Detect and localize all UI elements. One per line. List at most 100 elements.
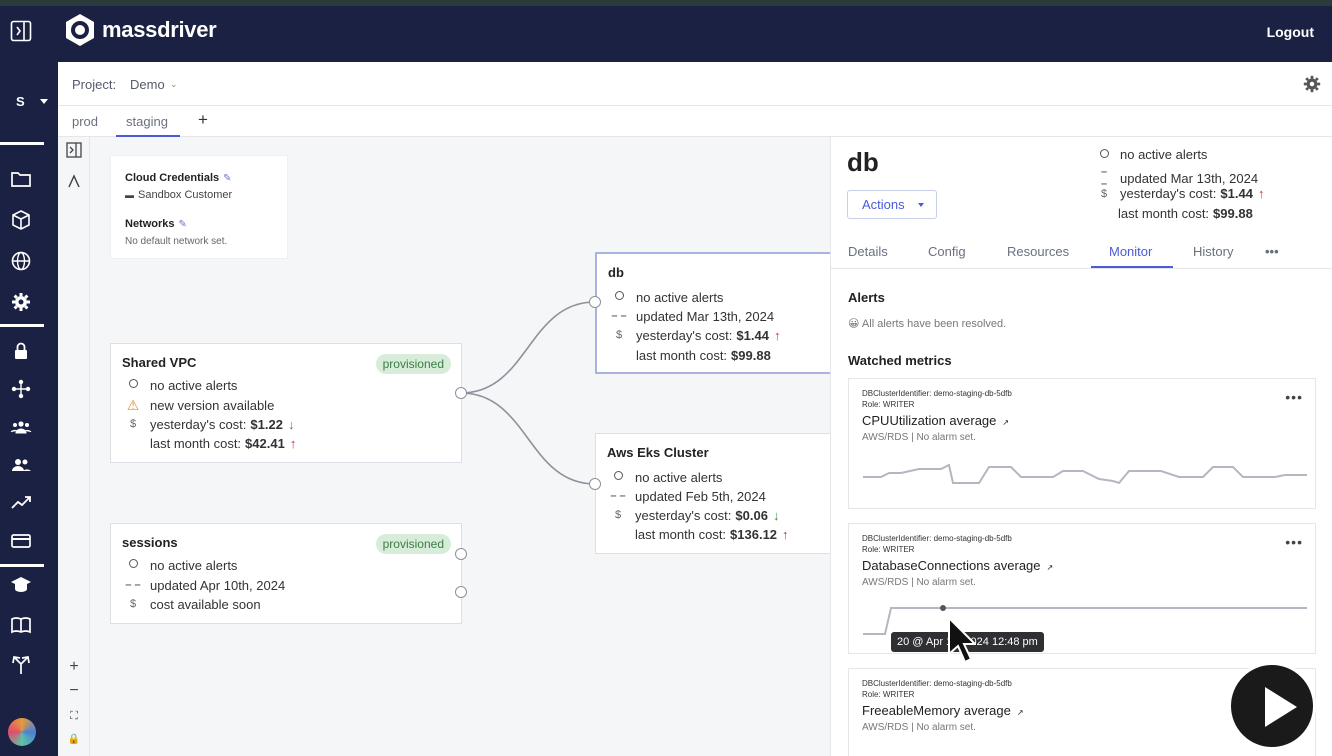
folder-icon[interactable]: [10, 168, 34, 192]
alert-status-icon: [1097, 148, 1111, 161]
arrow-down-icon: ↓: [772, 507, 780, 523]
metric-role: Role: WRITER: [862, 400, 915, 409]
status-badge: provisioned: [375, 354, 451, 374]
logout-button[interactable]: Logout: [1267, 24, 1314, 40]
more-tabs-button[interactable]: •••: [1265, 244, 1279, 259]
networks-heading: Networks ✎: [125, 218, 187, 230]
package-card-sessions[interactable]: sessions provisioned no active alerts – …: [110, 523, 462, 624]
tab-details[interactable]: Details: [848, 244, 888, 259]
package-title: Aws Eks Cluster: [607, 445, 709, 460]
chevron-down-icon[interactable]: ⌄: [170, 79, 178, 90]
actions-dropdown-button[interactable]: Actions: [847, 190, 937, 219]
credential-value[interactable]: ▬ Sandbox Customer: [125, 189, 232, 201]
edit-pencil-icon[interactable]: ✎: [223, 173, 231, 184]
external-link-icon[interactable]: ↗: [1047, 563, 1054, 572]
yesterday-cost-row: $ yesterday's cost: $1.44 ↑: [611, 326, 781, 344]
last-month-cost-row: last month cost: $99.88: [636, 347, 771, 363]
dash-icon: – –: [125, 579, 141, 591]
left-nav-rail: S: [0, 62, 58, 756]
project-header: Project: Demo ⌄: [58, 62, 1332, 106]
org-switcher[interactable]: S: [0, 84, 58, 120]
package-details-panel: db no active alerts – – updated Mar 13th,…: [830, 137, 1332, 756]
dash-icon: – –: [611, 310, 627, 322]
users-icon[interactable]: [10, 454, 34, 478]
alerts-row: no active alerts: [125, 556, 237, 574]
network-icon[interactable]: [10, 378, 34, 402]
sidebar-toggle-icon[interactable]: [10, 20, 32, 42]
tab-config[interactable]: Config: [928, 244, 966, 259]
lock-icon[interactable]: [10, 340, 34, 364]
output-port[interactable]: [455, 387, 467, 399]
project-selector[interactable]: Demo: [130, 77, 165, 92]
external-link-icon[interactable]: ↗: [1002, 418, 1009, 427]
brand-logo[interactable]: massdriver: [62, 12, 217, 48]
tab-history[interactable]: History: [1193, 244, 1233, 259]
user-avatar[interactable]: [8, 718, 36, 746]
billing-card-icon[interactable]: [10, 530, 34, 554]
package-title: sessions: [122, 535, 178, 550]
metric-more-menu[interactable]: •••: [1285, 534, 1303, 550]
merge-branch-icon[interactable]: [10, 654, 34, 678]
graduation-cap-icon[interactable]: [10, 574, 34, 598]
metric-identifier: DBClusterIdentifier: demo-staging-db-5df…: [862, 389, 1012, 398]
tab-prod[interactable]: prod: [72, 114, 98, 129]
add-environment-button[interactable]: +: [198, 110, 208, 130]
cube-icon[interactable]: [10, 209, 34, 233]
alert-status-icon: [125, 559, 141, 571]
rail-divider: [0, 564, 44, 567]
video-play-button[interactable]: [1228, 662, 1316, 750]
output-port[interactable]: [455, 548, 467, 560]
package-card-aws-eks-cluster[interactable]: Aws Eks Cluster no active alerts – – upda…: [595, 433, 835, 554]
dollar-icon: $: [129, 598, 137, 610]
edit-pencil-icon[interactable]: ✎: [179, 219, 187, 230]
gear-icon[interactable]: [10, 291, 34, 315]
credentials-card: Cloud Credentials ✎ ▬ Sandbox Customer Net…: [110, 155, 288, 259]
environment-canvas[interactable]: + − ⛶ 🔒 Cloud Credentials ✎ ▬ Sandbox Cust…: [58, 137, 835, 756]
metric-more-menu[interactable]: •••: [1285, 389, 1303, 405]
tab-monitor[interactable]: Monitor: [1109, 244, 1152, 259]
tab-resources[interactable]: Resources: [1007, 244, 1069, 259]
metric-sparkline[interactable]: [861, 455, 1307, 495]
brand-name: massdriver: [102, 17, 217, 42]
input-port[interactable]: [589, 478, 601, 490]
package-card-db[interactable]: db no active alerts – – updated Mar 13th,…: [595, 252, 835, 374]
input-port[interactable]: [589, 296, 601, 308]
alerts-row: no active alerts: [125, 376, 237, 394]
active-tab-indicator: [1091, 266, 1173, 268]
mouse-cursor-icon: [948, 616, 976, 664]
watched-metrics-heading: Watched metrics: [848, 353, 952, 368]
alerts-row: no active alerts: [610, 468, 722, 486]
panel-yesterday-cost: $ yesterday's cost: $1.44 ↑: [1097, 186, 1265, 201]
panel-last-month-cost: last month cost: $99.88: [1118, 206, 1253, 221]
warning-icon: ⚠: [126, 396, 140, 413]
rail-divider: [0, 142, 44, 145]
metric-identifier: DBClusterIdentifier: demo-staging-db-5df…: [862, 679, 1012, 688]
metrics-trend-icon[interactable]: [10, 492, 34, 516]
chevron-down-icon: [40, 99, 48, 104]
output-port[interactable]: [455, 586, 467, 598]
project-settings-gear-icon[interactable]: [1302, 74, 1322, 94]
package-card-shared-vpc[interactable]: Shared VPC provisioned no active alerts …: [110, 343, 462, 463]
docs-book-icon[interactable]: [10, 614, 34, 638]
alert-status-icon: [125, 379, 141, 391]
alert-status-icon: [610, 471, 626, 483]
arrow-up-icon: ↑: [1257, 186, 1265, 201]
chevron-down-icon: [918, 203, 924, 207]
package-title: Shared VPC: [122, 355, 197, 370]
arrow-down-icon: ↓: [287, 416, 295, 432]
external-link-icon[interactable]: ↗: [1017, 708, 1024, 717]
last-month-cost-row: last month cost: $136.12 ↑: [635, 526, 789, 542]
teams-icon[interactable]: [10, 416, 34, 440]
aws-icon: ▬: [125, 190, 134, 200]
panel-tabs: Details Config Resources Monitor History…: [831, 237, 1332, 269]
networks-value: No default network set.: [125, 236, 228, 247]
yesterday-cost-row: $ yesterday's cost: $0.06 ↓: [610, 506, 780, 524]
updated-row: – – updated Mar 13th, 2024: [611, 308, 775, 324]
project-label: Project:: [72, 77, 117, 92]
tab-staging[interactable]: staging: [116, 114, 180, 137]
globe-icon[interactable]: [10, 250, 34, 274]
metric-source: AWS/RDS | No alarm set.: [862, 577, 976, 588]
yesterday-cost-row: $ yesterday's cost: $1.22 ↓: [125, 415, 295, 433]
metric-name: DatabaseConnections average ↗: [862, 558, 1054, 573]
arrow-up-icon: ↑: [782, 526, 789, 542]
